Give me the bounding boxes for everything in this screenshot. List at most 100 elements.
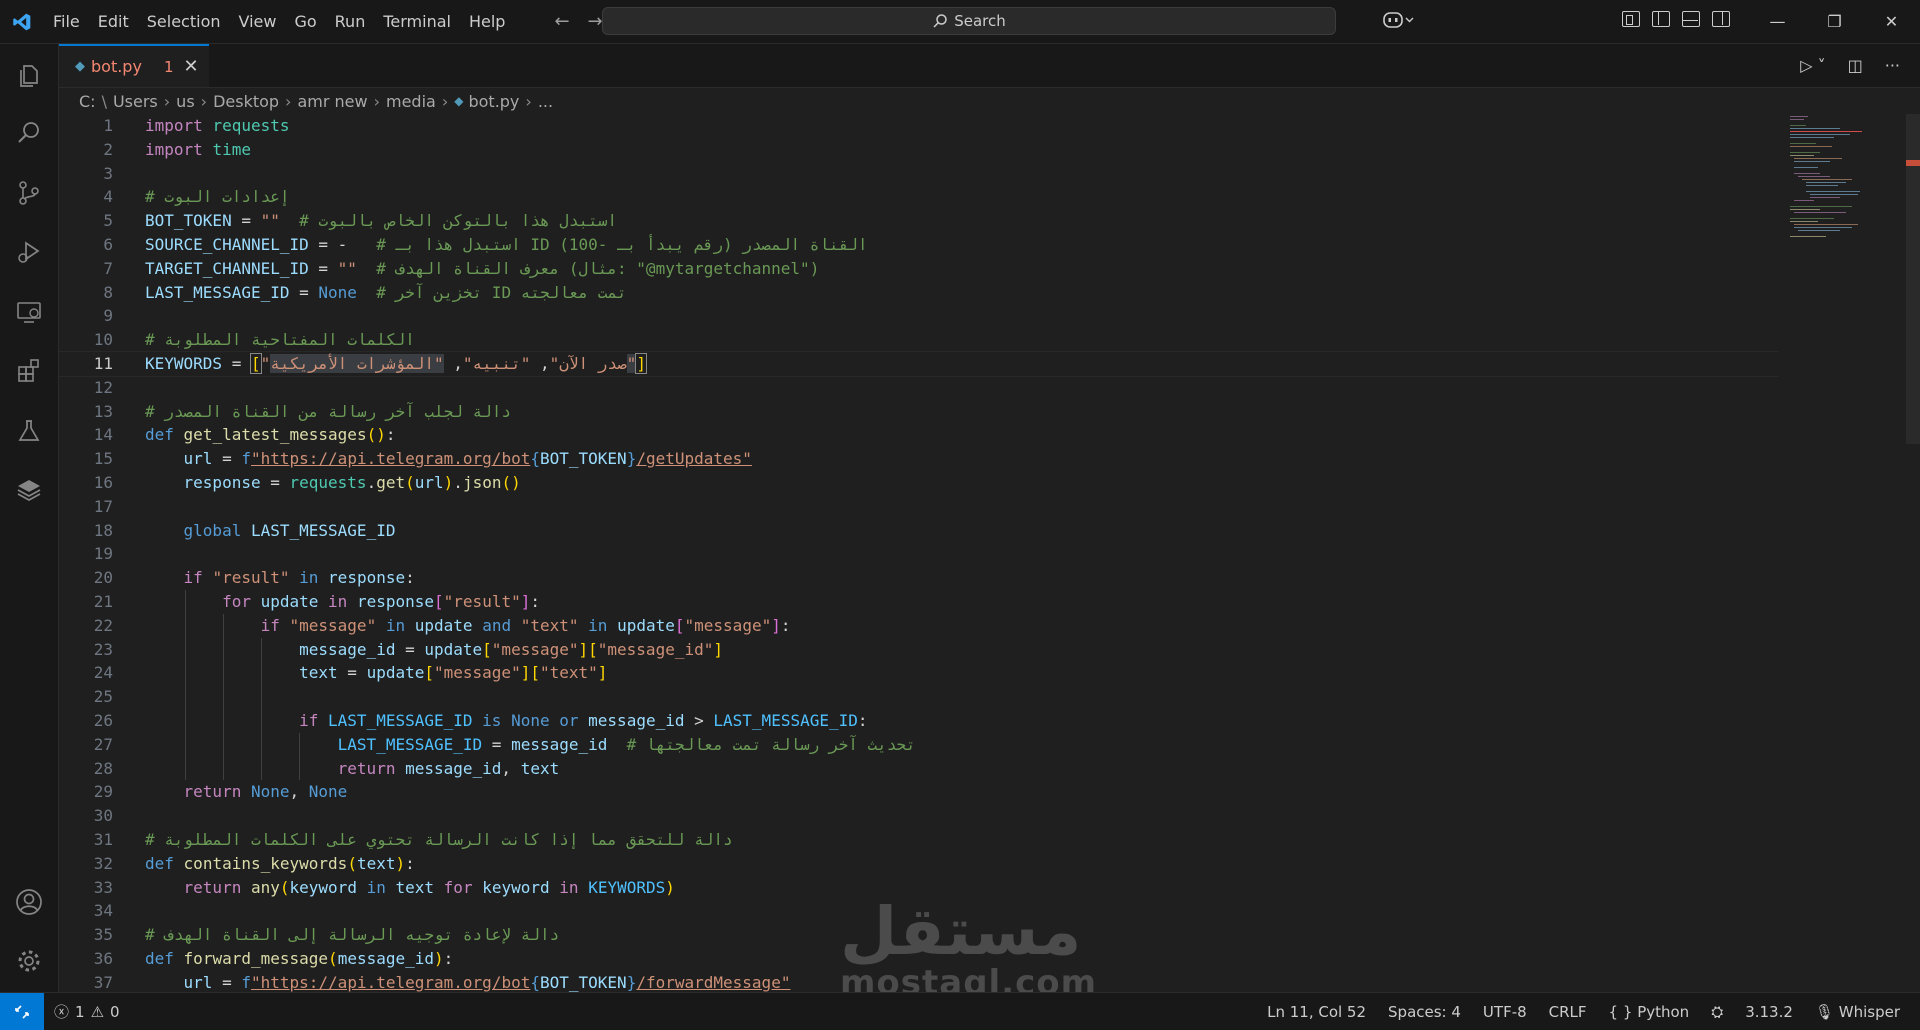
tab-bot-py[interactable]: ◆ bot.py 1 ✕ bbox=[59, 44, 209, 87]
code-token: LAST_MESSAGE_ID bbox=[328, 710, 473, 730]
menu-bar: File Edit Selection View Go Run Terminal… bbox=[44, 0, 514, 43]
code-line: 8 LAST_MESSAGE_ID = None # تخزين آخر ID ت… bbox=[59, 281, 1779, 305]
code-token: in bbox=[588, 615, 608, 635]
code-token: in bbox=[328, 591, 348, 611]
python-version[interactable]: 3.13.2 bbox=[1745, 1003, 1793, 1021]
source-control-icon[interactable] bbox=[0, 168, 58, 218]
menu-view[interactable]: View bbox=[230, 0, 286, 43]
breadcrumb-item[interactable]: us bbox=[176, 92, 194, 111]
code-token: /forwardMessage" bbox=[636, 972, 791, 992]
code-comment: # دالة لجلب آخر رسالة من القناة المصدر bbox=[145, 401, 512, 421]
extensions-icon[interactable] bbox=[0, 346, 58, 396]
code-line: 3 bbox=[59, 162, 1779, 186]
line-number: 25 bbox=[93, 687, 113, 707]
code-token: message_id bbox=[337, 948, 435, 968]
code-token: url bbox=[414, 472, 444, 492]
code-token: url bbox=[183, 972, 213, 992]
layers-extension-icon[interactable] bbox=[0, 465, 58, 515]
accounts-icon[interactable] bbox=[0, 877, 58, 927]
explorer-icon[interactable] bbox=[0, 50, 58, 100]
breadcrumb-item[interactable]: amr new bbox=[297, 92, 367, 111]
menu-terminal[interactable]: Terminal bbox=[374, 0, 460, 43]
code-token: text bbox=[395, 877, 435, 897]
menu-run[interactable]: Run bbox=[326, 0, 375, 43]
testing-icon[interactable] bbox=[0, 406, 58, 456]
title-bar: File Edit Selection View Go Run Terminal… bbox=[0, 0, 1920, 44]
cursor-position[interactable]: Ln 11, Col 52 bbox=[1267, 1003, 1366, 1021]
line-number: 12 bbox=[93, 377, 113, 397]
code-line: 26 if LAST_MESSAGE_ID is None or message… bbox=[59, 708, 1779, 733]
code-token: requests bbox=[289, 472, 367, 492]
breadcrumb-item[interactable]: Users bbox=[113, 92, 158, 111]
code-token: LAST_MESSAGE_ID bbox=[145, 282, 290, 302]
breadcrumb-item[interactable]: bot.py bbox=[468, 92, 519, 111]
menu-file[interactable]: File bbox=[44, 0, 89, 43]
code-token: update bbox=[414, 615, 473, 635]
more-actions-icon[interactable]: ··· bbox=[1885, 56, 1900, 75]
close-tab-icon[interactable]: ✕ bbox=[183, 56, 198, 77]
settings-gear-icon[interactable] bbox=[0, 936, 58, 986]
code-token: in bbox=[366, 877, 386, 897]
activity-bar bbox=[0, 44, 59, 992]
breadcrumb-item[interactable]: C: bbox=[79, 92, 96, 111]
code-token: def bbox=[145, 948, 174, 968]
copilot-status-icon[interactable]: ⛭ bbox=[1711, 1003, 1723, 1021]
code-token: "https://api.telegram.org/bot bbox=[250, 449, 531, 469]
line-number: 14 bbox=[93, 425, 113, 445]
code-token: f bbox=[241, 972, 251, 992]
remote-indicator-icon[interactable] bbox=[0, 993, 44, 1030]
toggle-primary-sidebar-icon[interactable] bbox=[1652, 11, 1670, 27]
customize-layout-icon[interactable] bbox=[1622, 11, 1640, 27]
vertical-scrollbar[interactable] bbox=[1906, 114, 1920, 444]
search-view-icon[interactable] bbox=[0, 108, 58, 158]
menu-go[interactable]: Go bbox=[285, 0, 325, 43]
minimap[interactable] bbox=[1788, 114, 1898, 244]
file-encoding[interactable]: UTF-8 bbox=[1483, 1003, 1527, 1021]
command-center-search[interactable]: Search bbox=[602, 7, 1336, 35]
search-icon bbox=[933, 14, 947, 28]
code-token: LAST_MESSAGE_ID bbox=[250, 520, 396, 540]
toggle-secondary-sidebar-icon[interactable] bbox=[1712, 11, 1730, 27]
code-token: text bbox=[299, 663, 338, 683]
status-bar: ⓧ 1 ⚠ 0 Ln 11, Col 52 Spaces: 4 UTF-8 CR… bbox=[0, 992, 1920, 1030]
copilot-icon[interactable] bbox=[1382, 10, 1416, 34]
vscode-logo-icon bbox=[0, 12, 44, 32]
back-arrow-icon[interactable]: ← bbox=[554, 11, 569, 32]
code-token: /getUpdates" bbox=[636, 449, 752, 469]
line-number: 10 bbox=[93, 330, 113, 350]
code-token: import bbox=[145, 139, 203, 159]
whisper-extension[interactable]: 🎙 Whisper bbox=[1815, 1003, 1900, 1021]
forward-arrow-icon[interactable]: → bbox=[588, 11, 603, 32]
menu-edit[interactable]: Edit bbox=[89, 0, 138, 43]
code-token: if bbox=[260, 615, 280, 635]
split-editor-icon[interactable]: ◫ bbox=[1848, 56, 1863, 75]
remote-explorer-icon[interactable] bbox=[0, 287, 58, 337]
menu-help[interactable]: Help bbox=[460, 0, 514, 43]
indentation[interactable]: Spaces: 4 bbox=[1388, 1003, 1461, 1021]
minimize-icon[interactable]: — bbox=[1749, 0, 1806, 43]
menu-selection[interactable]: Selection bbox=[138, 0, 230, 43]
toggle-panel-icon[interactable] bbox=[1682, 11, 1700, 27]
code-editor[interactable]: 1 import requests 2 import time 3 4 # إعداد… bbox=[59, 114, 1779, 992]
line-number: 34 bbox=[93, 901, 113, 921]
watermark-logo: مستقل mostaql.com bbox=[840, 899, 1096, 1003]
run-python-file-icon[interactable]: ▷ ˅ bbox=[1800, 56, 1825, 75]
close-window-icon[interactable]: ✕ bbox=[1863, 0, 1920, 43]
breadcrumb-item[interactable]: Desktop bbox=[213, 92, 279, 111]
restore-icon[interactable]: ❐ bbox=[1806, 0, 1863, 43]
code-token: None bbox=[318, 282, 357, 302]
code-token: in bbox=[559, 877, 579, 897]
code-token: url bbox=[183, 449, 213, 469]
problems-indicator[interactable]: ⓧ 1 ⚠ 0 bbox=[54, 1001, 120, 1022]
code-token: return bbox=[183, 877, 242, 897]
end-of-line[interactable]: CRLF bbox=[1549, 1003, 1587, 1021]
code-line: 17 bbox=[59, 495, 1779, 519]
line-number: 21 bbox=[93, 591, 113, 611]
breadcrumb-item[interactable]: ... bbox=[538, 92, 553, 111]
line-number: 37 bbox=[93, 972, 113, 992]
run-and-debug-icon[interactable] bbox=[0, 227, 58, 277]
code-token: message_id bbox=[299, 639, 396, 659]
breadcrumb-item[interactable]: media bbox=[386, 92, 436, 111]
code-token: "text" bbox=[520, 615, 579, 635]
language-mode[interactable]: { } Python bbox=[1609, 1003, 1690, 1021]
